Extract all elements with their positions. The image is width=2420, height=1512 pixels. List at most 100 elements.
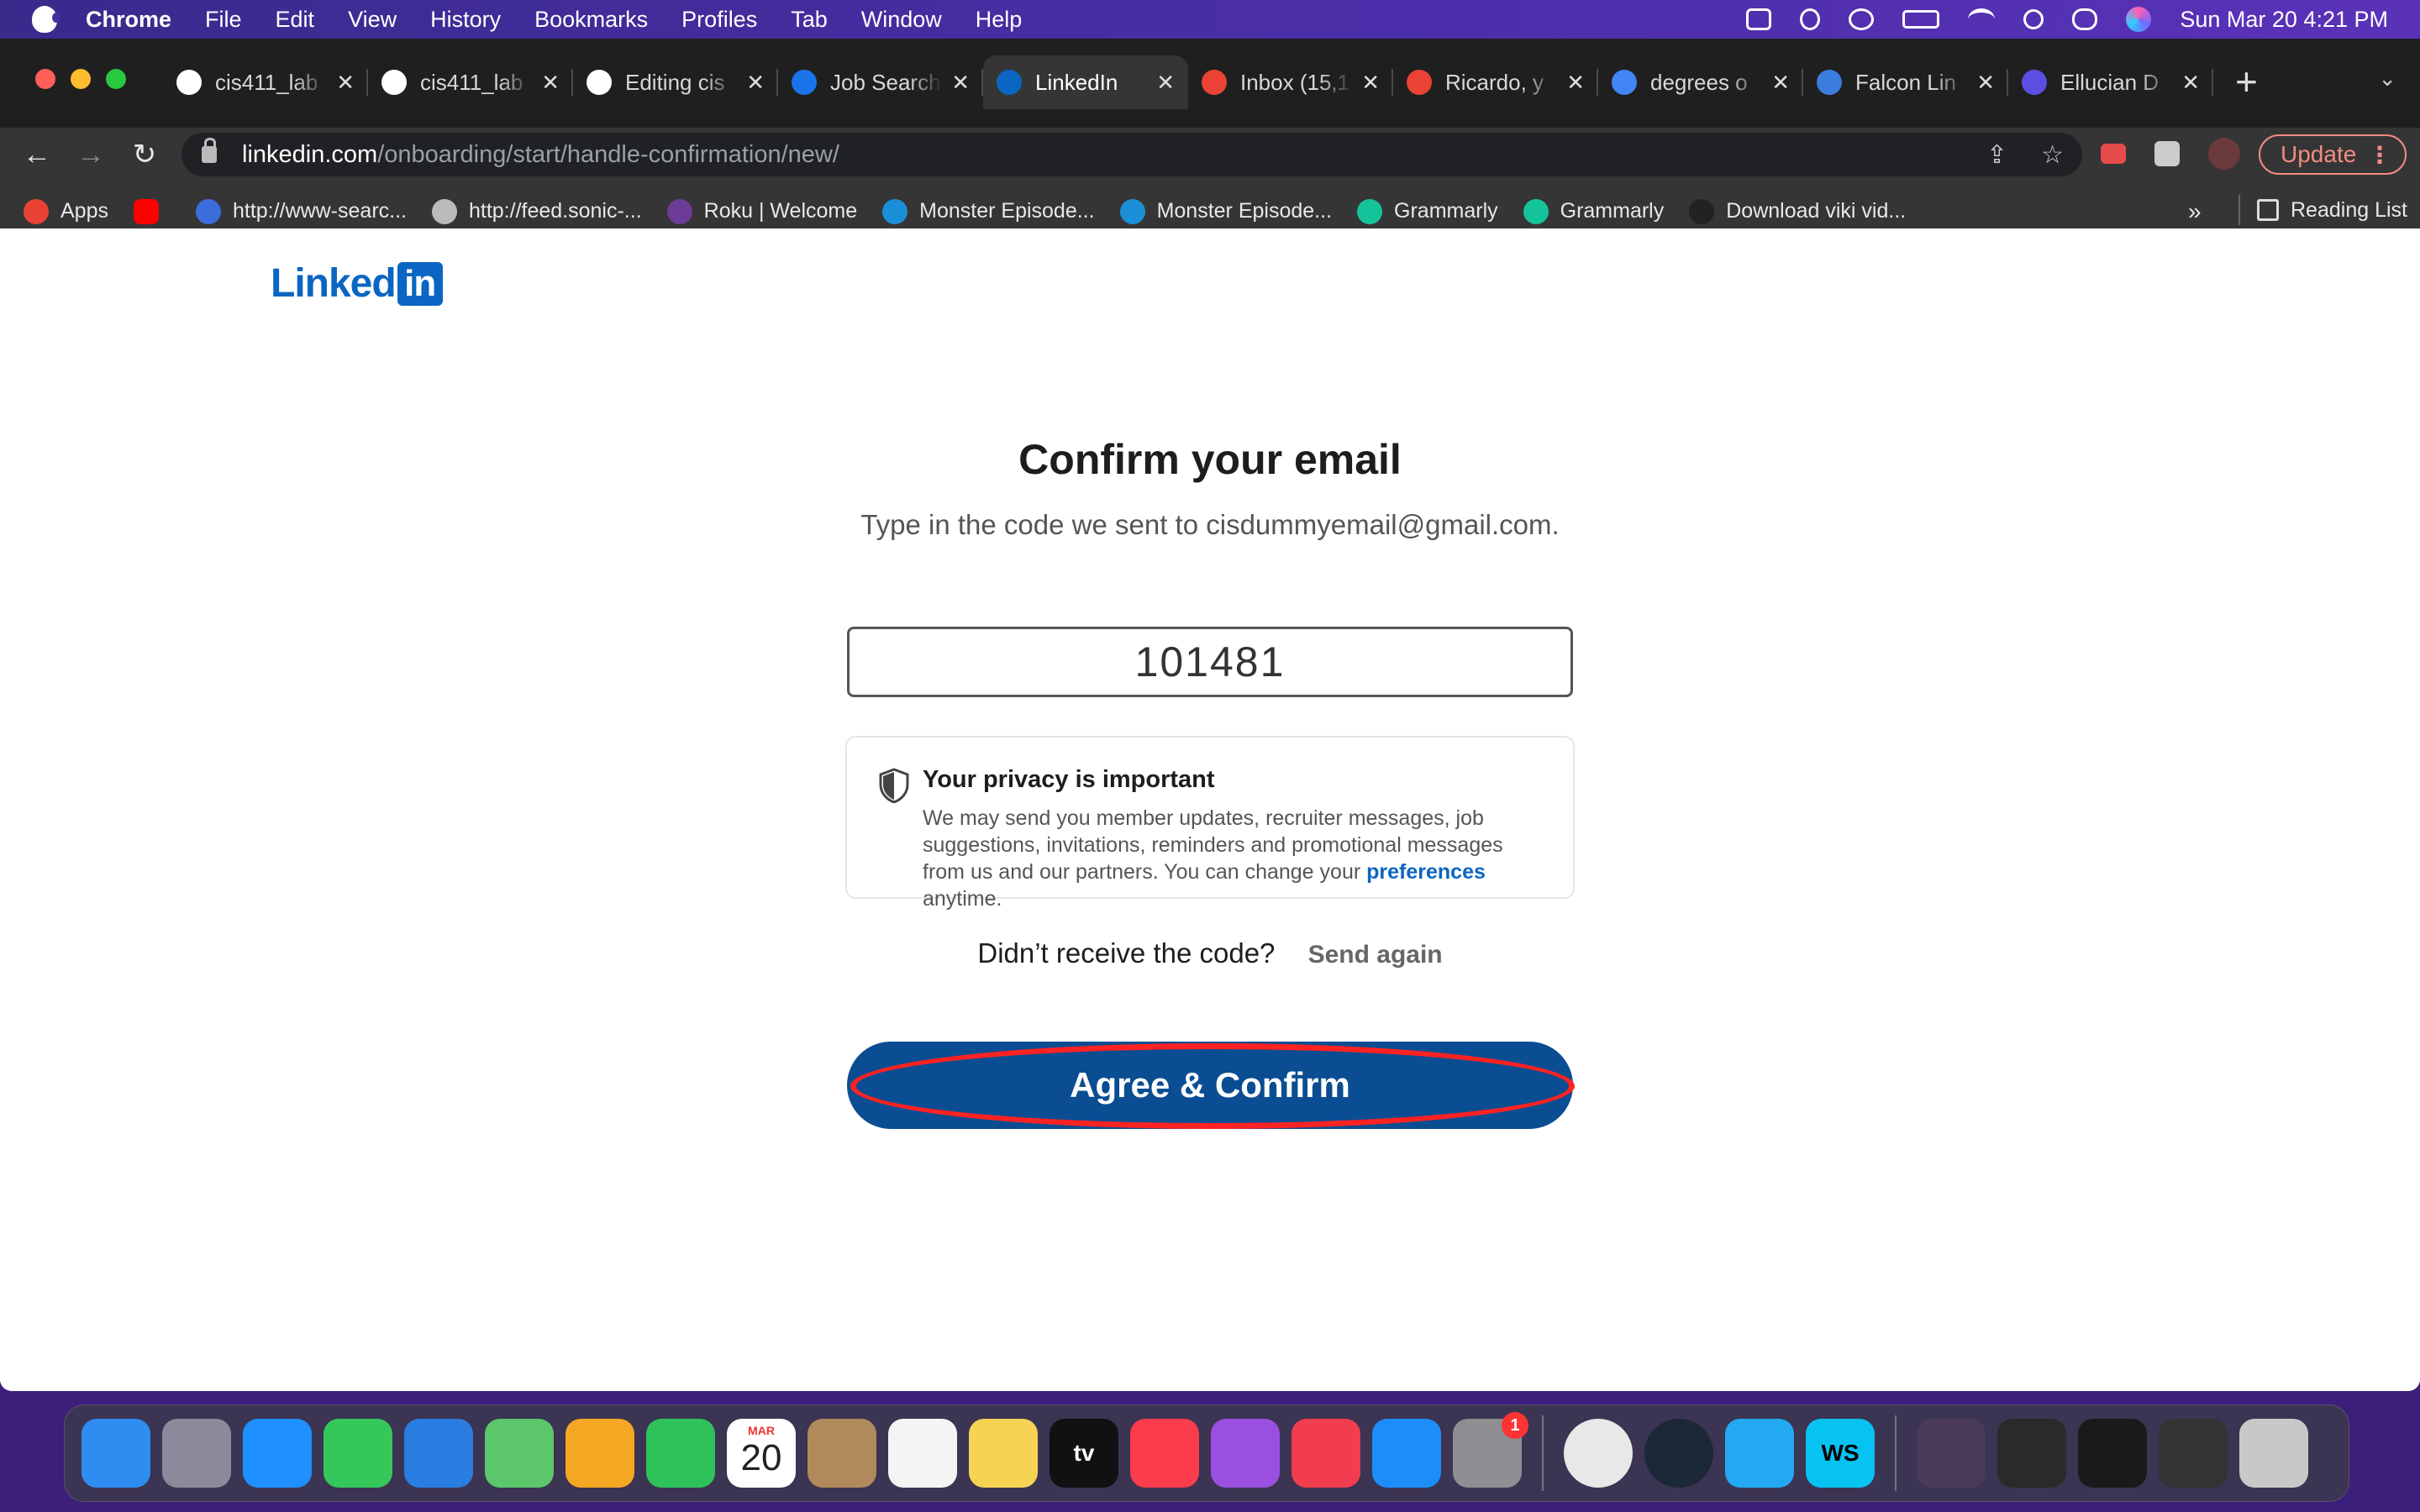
tab-7[interactable]: degrees o ✕ — [1598, 55, 1803, 109]
messages-icon[interactable] — [324, 1419, 392, 1488]
calendar-icon[interactable]: MAR 20 — [727, 1419, 796, 1488]
extension-red-icon[interactable] — [2101, 144, 2126, 164]
notes-icon[interactable] — [969, 1419, 1038, 1488]
minimized-window-3[interactable] — [2159, 1419, 2228, 1488]
control-center-icon[interactable] — [2072, 8, 2098, 30]
siri-icon[interactable] — [2126, 7, 2152, 32]
menu-app-name[interactable]: Chrome — [86, 7, 171, 33]
tab-0[interactable]: cis411_lab ✕ — [163, 55, 368, 109]
lock-icon[interactable] — [202, 138, 217, 163]
tab-close-icon[interactable]: ✕ — [541, 70, 560, 96]
tab-3[interactable]: Job Search ✕ — [778, 55, 983, 109]
maps-icon[interactable] — [485, 1419, 554, 1488]
minimize-window-button[interactable] — [71, 69, 91, 89]
tab-search-chevron-icon[interactable]: ⌄ — [2378, 66, 2396, 92]
menu-history[interactable]: History — [430, 7, 501, 33]
profile-avatar[interactable] — [2208, 138, 2240, 170]
bookmark-item[interactable]: Apps — [24, 198, 108, 224]
apple-menu-icon[interactable] — [32, 6, 60, 33]
tab-close-icon[interactable]: ✕ — [1156, 70, 1175, 96]
forward-button[interactable]: → — [74, 138, 108, 171]
screen-share-status-icon[interactable] — [1746, 8, 1772, 30]
safari-icon[interactable] — [243, 1419, 312, 1488]
zoom-window-button[interactable] — [106, 69, 126, 89]
bookmark-item[interactable]: Grammarly — [1523, 198, 1664, 224]
close-window-button[interactable] — [35, 69, 55, 89]
extensions-puzzle-icon[interactable] — [2154, 141, 2180, 166]
tab-1[interactable]: cis411_lab ✕ — [368, 55, 573, 109]
bookmark-item[interactable]: Monster Episode... — [882, 198, 1095, 224]
recent-photo-thumbnail[interactable] — [1917, 1419, 1986, 1488]
apple-tv-icon[interactable]: tv — [1050, 1419, 1118, 1488]
more-menu-icon[interactable]: ⋮ — [2368, 141, 2391, 169]
music-icon[interactable] — [1130, 1419, 1199, 1488]
contacts-icon[interactable] — [808, 1419, 876, 1488]
trash-icon[interactable] — [2239, 1419, 2308, 1488]
launchpad-icon[interactable] — [162, 1419, 231, 1488]
facetime-icon[interactable] — [646, 1419, 715, 1488]
vscode-icon[interactable] — [1725, 1419, 1794, 1488]
share-icon[interactable]: ⇪ — [1986, 140, 2007, 170]
address-bar[interactable]: linkedin.com/onboarding/start/handle-con… — [182, 133, 2082, 176]
bookmark-item[interactable]: Monster Episode... — [1119, 198, 1332, 224]
new-tab-button[interactable]: + — [2235, 59, 2258, 104]
menu-file[interactable]: File — [205, 7, 242, 33]
minimized-window-1[interactable] — [1997, 1419, 2066, 1488]
menu-bookmarks[interactable]: Bookmarks — [534, 7, 648, 33]
menu-view[interactable]: View — [348, 7, 397, 33]
menu-profiles[interactable]: Profiles — [681, 7, 757, 33]
preferences-link[interactable]: preferences — [1366, 860, 1486, 884]
bookmark-item[interactable]: Grammarly — [1357, 198, 1498, 224]
bookmark-item[interactable]: http://feed.sonic-... — [431, 198, 642, 224]
tab-close-icon[interactable]: ✕ — [2181, 70, 2200, 96]
tab-close-icon[interactable]: ✕ — [1566, 70, 1585, 96]
tab-close-icon[interactable]: ✕ — [1976, 70, 1995, 96]
user-account-status-icon[interactable] — [1849, 8, 1875, 30]
wifi-status-icon[interactable] — [1968, 8, 1996, 30]
bookmark-item[interactable]: Roku | Welcome — [666, 198, 857, 224]
tab-4[interactable]: LinkedIn ✕ — [983, 55, 1188, 109]
linkedin-logo[interactable]: Linked in — [271, 260, 443, 307]
tab-5[interactable]: Inbox (15,1 ✕ — [1188, 55, 1393, 109]
bluetooth-status-icon[interactable] — [1800, 8, 1821, 30]
battery-status-icon[interactable] — [1902, 10, 1940, 29]
menu-window[interactable]: Window — [861, 7, 942, 33]
tab-close-icon[interactable]: ✕ — [951, 70, 970, 96]
chrome-icon[interactable] — [1564, 1419, 1633, 1488]
back-button[interactable]: ← — [20, 138, 54, 171]
bookmark-item[interactable] — [133, 198, 171, 224]
menubar-clock[interactable]: Sun Mar 20 4:21 PM — [2180, 7, 2388, 33]
tab-close-icon[interactable]: ✕ — [746, 70, 765, 96]
system-preferences-icon[interactable]: 1 — [1453, 1412, 1528, 1488]
menu-edit[interactable]: Edit — [276, 7, 315, 33]
agree-confirm-button[interactable]: Agree & Confirm — [847, 1042, 1573, 1129]
bookmark-star-icon[interactable]: ☆ — [2041, 140, 2064, 170]
verification-code-input[interactable] — [847, 627, 1573, 697]
update-button[interactable]: Update ⋮ — [2259, 134, 2407, 175]
menu-tab[interactable]: Tab — [791, 7, 828, 33]
finder-icon[interactable] — [82, 1419, 150, 1488]
tab-close-icon[interactable]: ✕ — [1771, 70, 1790, 96]
webstorm-icon[interactable]: WS — [1806, 1419, 1875, 1488]
minimized-window-2[interactable] — [2078, 1419, 2147, 1488]
tab-close-icon[interactable]: ✕ — [336, 70, 355, 96]
more-bookmarks-chevron-icon[interactable]: » — [2188, 198, 2202, 225]
podcasts-icon[interactable] — [1211, 1419, 1280, 1488]
send-again-link[interactable]: Send again — [1308, 941, 1443, 969]
reminders-icon[interactable] — [888, 1419, 957, 1488]
steam-icon[interactable] — [1644, 1419, 1713, 1488]
bookmark-item[interactable]: http://www-searc... — [195, 198, 407, 224]
tab-9[interactable]: Ellucian D ✕ — [2008, 55, 2213, 109]
tab-6[interactable]: Ricardo, y ✕ — [1393, 55, 1598, 109]
app-store-icon[interactable] — [1372, 1419, 1441, 1488]
spotlight-search-icon[interactable] — [2023, 9, 2044, 29]
reload-button[interactable]: ↻ — [128, 138, 161, 171]
mail-icon[interactable] — [404, 1419, 473, 1488]
news-icon[interactable] — [1292, 1419, 1360, 1488]
tab-8[interactable]: Falcon Lin ✕ — [1803, 55, 2008, 109]
tab-close-icon[interactable]: ✕ — [1361, 70, 1380, 96]
bookmark-item[interactable]: Download viki vid... — [1689, 198, 1906, 224]
menu-help[interactable]: Help — [976, 7, 1023, 33]
tab-2[interactable]: Editing cis ✕ — [573, 55, 778, 109]
photos-icon[interactable] — [566, 1419, 634, 1488]
